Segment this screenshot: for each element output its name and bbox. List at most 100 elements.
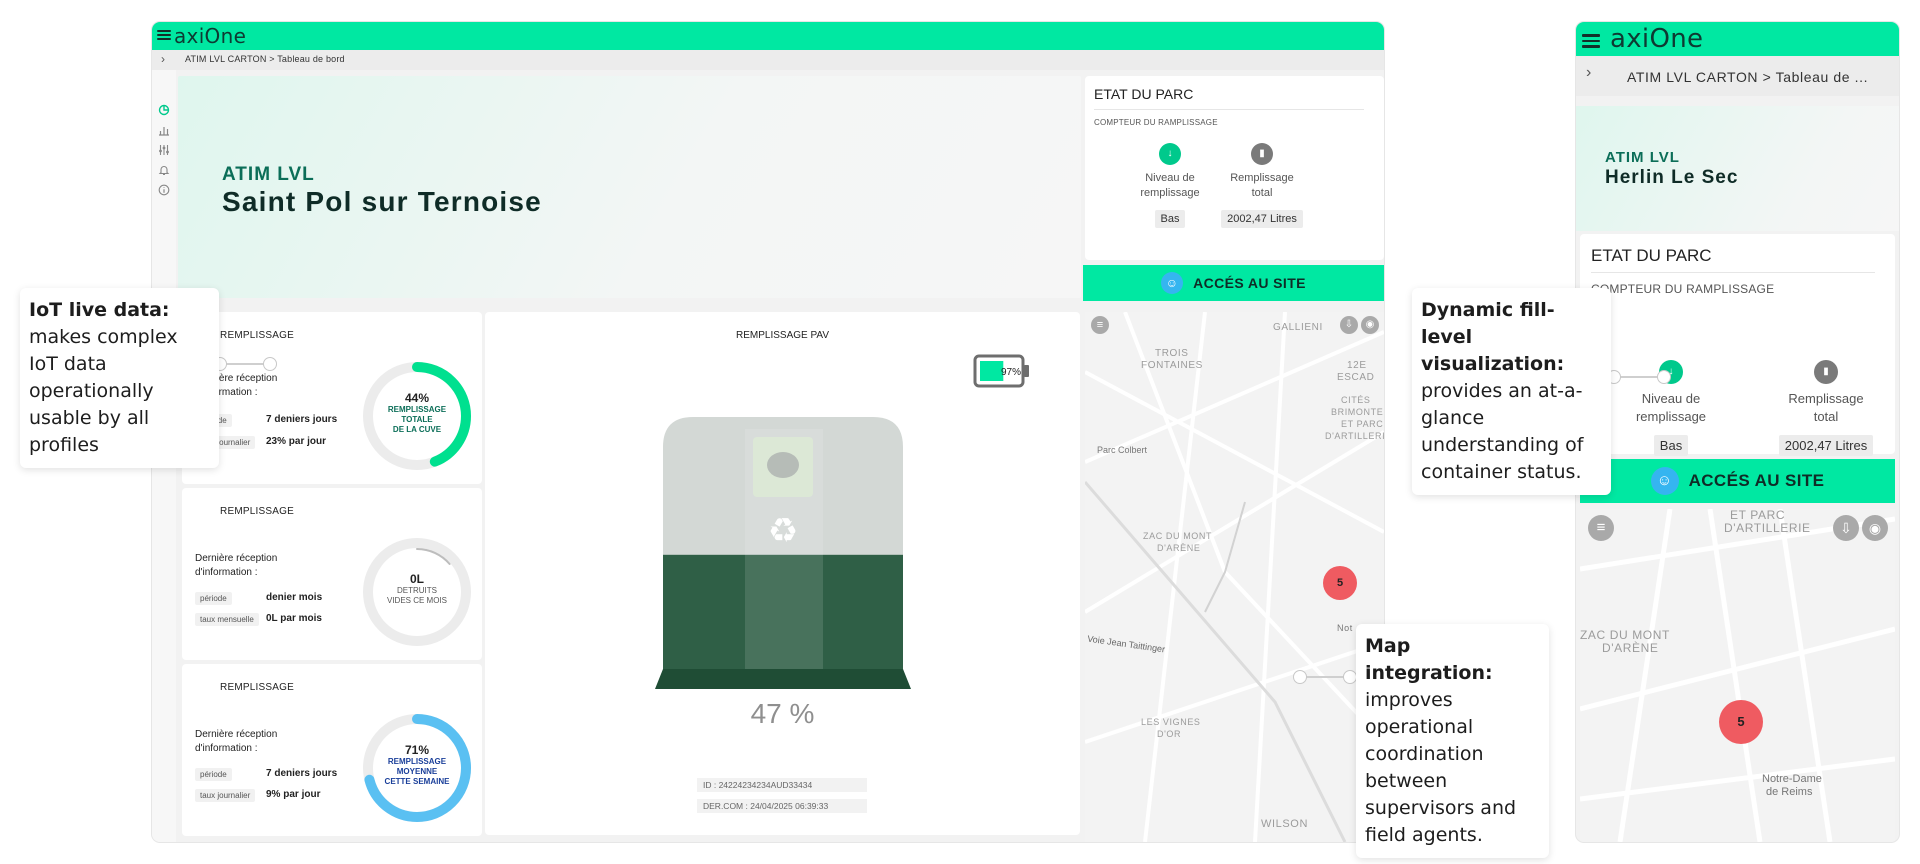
callout-map-integration: Map integration: improves operational co… [1356,624,1549,858]
reception-label: Dernière réception [195,553,278,564]
fill-level-value: Bas [1653,435,1689,456]
eye-icon[interactable]: ◉ [1361,316,1379,334]
info-icon[interactable] [158,184,170,196]
etat-title: ETAT DU PARC [1094,86,1194,102]
map-label: D'ARTILLERI [1325,431,1384,441]
map-label: ESCAD [1337,372,1375,383]
etat-du-parc-panel: ETAT DU PARC COMPTEUR DU RAMPLISSAGE ↓ N… [1085,76,1384,260]
site-map[interactable]: ET PARC D'ARTILLERIE ZAC DU MONT D'ARÈNE… [1580,509,1895,842]
bar-chart-icon[interactable] [158,124,170,136]
fill-level-caption: Niveau de [1145,172,1195,184]
counter-label: COMPTEUR DU RAMPLISSAGE [1591,282,1775,296]
rate-key: taux mensuelle [195,613,259,626]
waze-icon: ☺ [1650,467,1679,495]
total-fill-indicator: ▮ Remplissage total 2002,47 Litres [1761,360,1891,456]
battery-icon: 97% [973,354,1029,388]
map-layers-icon[interactable]: ≡ [1091,316,1109,334]
total-fill-indicator: ▮ Remplissage total 2002,47 Litres [1217,143,1307,228]
fill-level-caption-2: remplissage [1140,187,1200,199]
map-cluster-marker[interactable]: 5 [1323,566,1357,600]
ring-caption-3: CETTE SEMAINE [384,777,450,786]
map-label: Parc Colbert [1097,445,1148,455]
fill-level-indicator: ↓ Niveau de remplissage Bas [1616,360,1726,456]
dashboard-icon[interactable] [158,104,170,116]
map-label: 12E [1347,360,1367,371]
breadcrumb[interactable]: ATIM LVL CARTON > Tableau de ... [1627,69,1868,85]
map-label: CITÉS [1341,395,1371,405]
total-caption-2: total [1251,187,1273,199]
fill-card-1: REMPLISSAGE Dernière réception d'informat… [182,312,482,484]
reception-label-2: d'information : [195,743,258,754]
battery-fill [980,361,1004,381]
map-label: GALLIENI [1273,322,1323,333]
sliders-icon[interactable] [158,144,170,156]
map-label: ZAC DU MONT [1143,531,1213,541]
chevron-right-icon[interactable]: › [161,52,165,66]
callout-title: IoT live data: [29,299,170,321]
total-caption: Remplissage [1230,172,1294,184]
site-access-label: ACCÉS AU SITE [1688,471,1825,490]
device-id: ID : 24224234234AUD33434 [697,778,867,792]
pav-fill-panel: REMPLISSAGE PAV 97% ♻ 47 % ID : 24224234… [485,312,1080,835]
total-fill-value: 2002,47 Litres [1778,435,1874,456]
ring-value: 71% [404,743,430,757]
map-label: BRIMONTEL [1331,407,1384,417]
period-value: 7 deniers jours [266,768,338,779]
map-label: ET PARC [1730,509,1786,522]
ring-caption-3: DE LA CUVE [392,425,442,434]
etat-title: ETAT DU PARC [1591,246,1712,265]
ring-value: 44% [404,391,430,405]
site-hero-banner: ATIM LVL Saint Pol sur Ternoise [178,76,1081,298]
fill-level-caption-2: remplissage [1635,409,1707,424]
top-bar: axiOne [1576,22,1899,56]
map-label: TROIS [1155,348,1189,359]
breadcrumb[interactable]: ATIM LVL CARTON > Tableau de bord [185,54,345,64]
map-layers-icon[interactable]: ≡ [1588,515,1614,541]
site-title: Saint Pol sur Ternoise [222,186,542,217]
download-icon[interactable]: ⇩ [1833,515,1859,541]
period-value: denier mois [266,592,323,603]
callout-body: makes complex IoT data operationally usa… [29,326,178,456]
app-logo[interactable]: axiOne [1610,22,1703,56]
download-icon[interactable]: ⇩ [1340,316,1358,334]
map-label: D'OR [1157,729,1182,739]
ring-label: 0L DETRUITS VIDES CE MOIS [358,572,476,606]
fill-level-indicator: ↓ Niveau de remplissage Bas [1125,143,1215,228]
fill-level-icon: ↓ [1159,143,1181,165]
app-logo[interactable]: axiOne [174,22,246,50]
divider [1591,272,1875,273]
map-label: D'ARTILLERIE [1724,521,1811,535]
site-access-button[interactable]: ☺ ACCÉS AU SITE [1580,459,1895,503]
rate-value: 0L par mois [266,613,322,624]
callout-body: provides an at-a-glance understanding of… [1421,380,1584,483]
breadcrumb-bar: › ATIM LVL CARTON > Tableau de ... [1576,56,1899,96]
chevron-right-icon[interactable]: › [1586,64,1591,82]
ring-caption-2: TOTALE [401,415,433,424]
map-label: FONTAINES [1141,360,1203,371]
map-streets [1580,509,1895,842]
waze-icon: ☺ [1161,272,1184,294]
ring-caption-2: VIDES CE MOIS [386,596,447,605]
callout-anchor-dot [1293,670,1307,684]
total-caption-2: total [1813,409,1839,424]
card-title: REMPLISSAGE [220,506,294,517]
ring-caption: REMPLISSAGE [387,757,447,766]
site-access-button[interactable]: ☺ ACCÉS AU SITE [1083,265,1384,301]
mobile-dashboard-window: axiOne › ATIM LVL CARTON > Tableau de ..… [1576,22,1899,842]
card-title: REMPLISSAGE [220,682,294,693]
map-label: D'ARÈNE [1602,641,1659,655]
site-hero-banner: ATIM LVL Herlin Le Sec [1576,106,1899,231]
trash-icon: ▮ [1251,143,1273,165]
bell-icon[interactable] [158,164,170,176]
menu-icon[interactable] [1582,31,1600,49]
map-cluster-marker[interactable]: 5 [1719,700,1763,744]
recycle-icon: ♻ [768,512,798,550]
callout-title: Dynamic fill-level visualization: [1421,299,1565,375]
eye-icon[interactable]: ◉ [1862,515,1888,541]
battery-value: 97% [1001,367,1021,378]
site-map[interactable]: GALLIENI TROIS FONTAINES 12E ESCAD CITÉS… [1085,312,1384,842]
menu-icon[interactable] [157,28,171,42]
map-label: Notre-Dame [1762,773,1822,785]
ring-caption: REMPLISSAGE [387,405,447,414]
breadcrumb-bar: › ATIM LVL CARTON > Tableau de bord [152,50,1384,70]
